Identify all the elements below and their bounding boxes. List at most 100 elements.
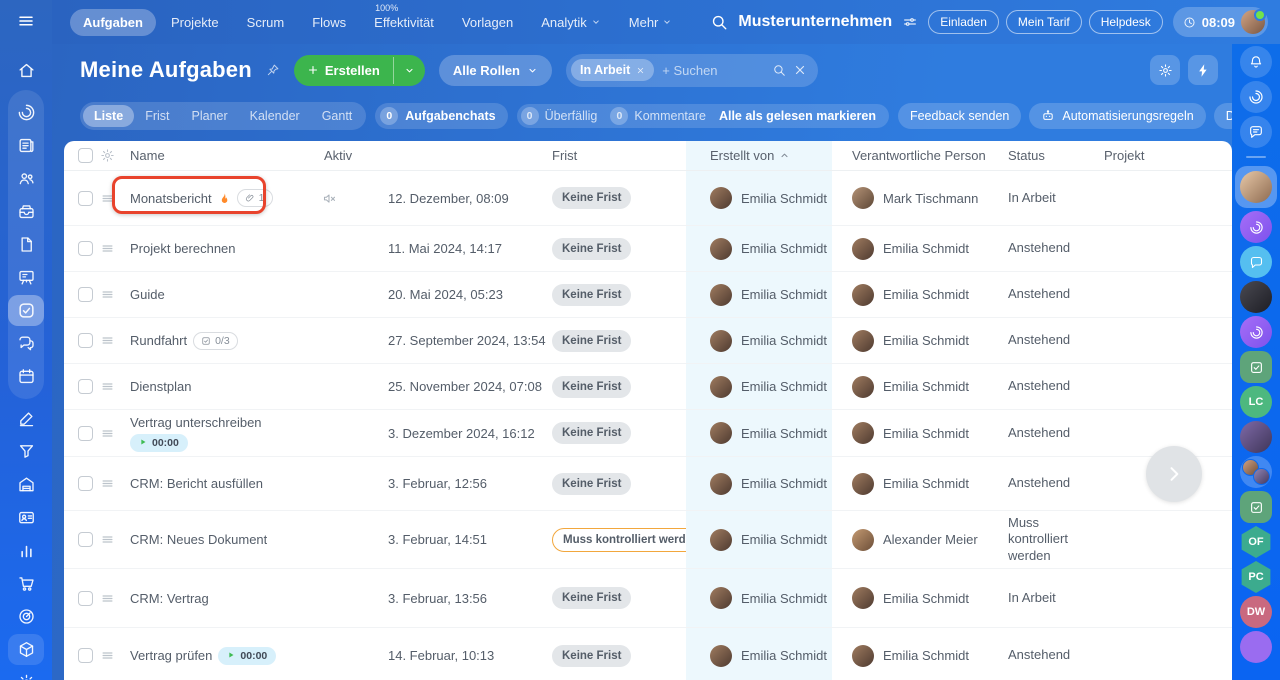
chat-badge-lc[interactable]: LC — [1240, 386, 1272, 418]
task-name[interactable]: Monatsbericht — [130, 191, 212, 206]
table-row[interactable]: CRM: Vertrag3. Februar, 13:56Keine Frist… — [64, 568, 1232, 627]
copilot-button[interactable] — [1240, 81, 1272, 113]
search-filter-input[interactable]: In Arbeit + Suchen — [566, 54, 818, 87]
row-checkbox[interactable] — [78, 241, 93, 256]
table-row[interactable]: Vertrag unterschreiben00:003. Dezember 2… — [64, 409, 1232, 456]
task-name[interactable]: CRM: Vertrag — [130, 591, 209, 606]
topbar-button-helpdesk[interactable]: Helpdesk — [1089, 10, 1163, 34]
attachments-badge[interactable]: 1 — [237, 189, 273, 207]
person[interactable]: Emilia Schmidt — [852, 238, 969, 260]
table-row[interactable]: CRM: Neues Dokument3. Februar, 14:51Muss… — [64, 510, 1232, 568]
view-tab-liste[interactable]: Liste — [83, 105, 134, 127]
drag-handle-icon[interactable] — [100, 226, 126, 271]
task-name[interactable]: Dienstplan — [130, 379, 191, 394]
copilot-chat-icon[interactable] — [1240, 316, 1272, 348]
person[interactable]: Emilia Schmidt — [852, 645, 969, 667]
sidebar-item-tasks[interactable] — [8, 295, 44, 326]
person[interactable]: Emilia Schmidt — [852, 587, 969, 609]
table-row[interactable]: Vertrag prüfen00:0014. Februar, 10:13Kei… — [64, 627, 1232, 680]
topbar-button-mein-tarif[interactable]: Mein Tarif — [1006, 10, 1082, 34]
deadline-badge[interactable]: Keine Frist — [552, 238, 631, 260]
view-tab-kalender[interactable]: Kalender — [239, 105, 311, 127]
person[interactable]: Emilia Schmidt — [710, 587, 827, 609]
table-row[interactable]: CRM: Bericht ausfüllen3. Februar, 12:56K… — [64, 456, 1232, 510]
column-header-projekt[interactable]: Projekt — [1090, 148, 1232, 163]
clear-search-icon[interactable] — [793, 63, 807, 77]
person[interactable]: Emilia Schmidt — [710, 238, 827, 260]
person[interactable]: Emilia Schmidt — [710, 376, 827, 398]
view-tab-planer[interactable]: Planer — [181, 105, 239, 127]
sidebar-item-employees[interactable] — [8, 163, 44, 194]
task-chat-icon[interactable] — [1240, 351, 1272, 383]
column-header-status[interactable]: Status — [994, 148, 1090, 163]
view-tab-gantt[interactable]: Gantt — [311, 105, 364, 127]
drag-handle-icon[interactable] — [100, 171, 126, 225]
table-row[interactable]: Monatsbericht112. Dezember, 08:09Keine F… — [64, 171, 1232, 225]
table-row[interactable]: Guide20. Mai 2024, 05:23Keine FristEmili… — [64, 271, 1232, 317]
roles-filter-button[interactable]: Alle Rollen — [439, 55, 552, 86]
person[interactable]: Emilia Schmidt — [852, 284, 969, 306]
deadline-badge[interactable]: Keine Frist — [552, 645, 631, 667]
expand-panel-button[interactable] — [1146, 446, 1202, 502]
task-chat-icon[interactable] — [1240, 491, 1272, 523]
chat-badge-pc[interactable]: PC — [1240, 561, 1272, 593]
dark-design-button[interactable]: Dunkles Design der Wissensbasis — [1214, 103, 1232, 129]
person[interactable]: Emilia Schmidt — [710, 645, 827, 667]
active-chat-item[interactable] — [1235, 166, 1277, 208]
drag-handle-icon[interactable] — [100, 272, 126, 317]
sidebar-item-documents[interactable] — [8, 229, 44, 260]
chat-avatar[interactable] — [1240, 171, 1272, 203]
grid-settings-icon[interactable] — [100, 148, 126, 163]
task-name[interactable]: Vertrag unterschreiben — [130, 415, 262, 430]
sidebar-item-copilot[interactable] — [8, 97, 44, 128]
drag-handle-icon[interactable] — [100, 457, 126, 510]
timer-badge[interactable]: 00:00 — [130, 434, 188, 452]
sidebar-item-inbox[interactable] — [8, 196, 44, 227]
topbar-tab-mehr[interactable]: Mehr — [616, 9, 686, 36]
person[interactable]: Emilia Schmidt — [710, 529, 827, 551]
company-name[interactable]: Musterunternehmen — [738, 13, 892, 31]
drag-handle-icon[interactable] — [100, 318, 126, 363]
select-all-checkbox[interactable] — [78, 148, 93, 163]
sidebar-item-settings[interactable] — [8, 667, 44, 680]
row-checkbox[interactable] — [78, 287, 93, 302]
row-checkbox[interactable] — [78, 426, 93, 441]
filter-chip-in-arbeit[interactable]: In Arbeit — [571, 59, 654, 81]
search-icon[interactable] — [710, 13, 728, 31]
remove-filter-icon[interactable] — [636, 66, 645, 75]
task-name[interactable]: CRM: Neues Dokument — [130, 532, 267, 547]
feedback-button[interactable]: Feedback senden — [898, 103, 1021, 129]
automation-rules-button[interactable]: Automatisierungsregeln — [1029, 103, 1205, 129]
person[interactable]: Alexander Meier — [852, 529, 978, 551]
sidebar-item-sign[interactable] — [8, 403, 44, 434]
timer-badge[interactable]: 00:00 — [218, 647, 276, 665]
deadline-badge[interactable]: Keine Frist — [552, 587, 631, 609]
topbar-tab-aufgaben[interactable]: Aufgaben — [70, 9, 156, 36]
person[interactable]: Emilia Schmidt — [710, 187, 827, 209]
deadline-badge[interactable]: Keine Frist — [552, 422, 631, 444]
mute-icon[interactable] — [322, 191, 337, 206]
sidebar-item-market[interactable] — [8, 568, 44, 599]
play-icon[interactable] — [227, 650, 235, 662]
group-chat-avatar[interactable] — [1240, 456, 1272, 488]
sidebar-item-marketing[interactable] — [8, 601, 44, 632]
chat-badge-misc[interactable] — [1240, 631, 1272, 663]
drag-handle-icon[interactable] — [100, 628, 126, 680]
row-checkbox[interactable] — [78, 591, 93, 606]
drag-handle-icon[interactable] — [100, 511, 126, 568]
sidebar-item-feed[interactable] — [8, 130, 44, 161]
chat-badge-of[interactable]: OF — [1240, 526, 1272, 558]
row-checkbox[interactable] — [78, 532, 93, 547]
row-checkbox[interactable] — [78, 648, 93, 663]
view-settings-button[interactable] — [1150, 55, 1180, 85]
user-avatar[interactable] — [1241, 10, 1265, 34]
column-header-frist[interactable]: Frist — [540, 148, 686, 163]
task-name[interactable]: Rundfahrt — [130, 333, 187, 348]
topbar-tab-effektivit-t[interactable]: 100%Effektivität — [361, 9, 447, 36]
counter-berf-llig[interactable]: 0Überfällig — [521, 107, 598, 125]
create-task-button[interactable]: Erstellen — [294, 55, 425, 86]
sidebar-item-apps[interactable] — [8, 634, 44, 665]
topbar-tab-projekte[interactable]: Projekte — [158, 9, 232, 36]
clock-widget[interactable]: 08:09 — [1173, 7, 1268, 37]
chat-lines-button[interactable] — [1240, 116, 1272, 148]
